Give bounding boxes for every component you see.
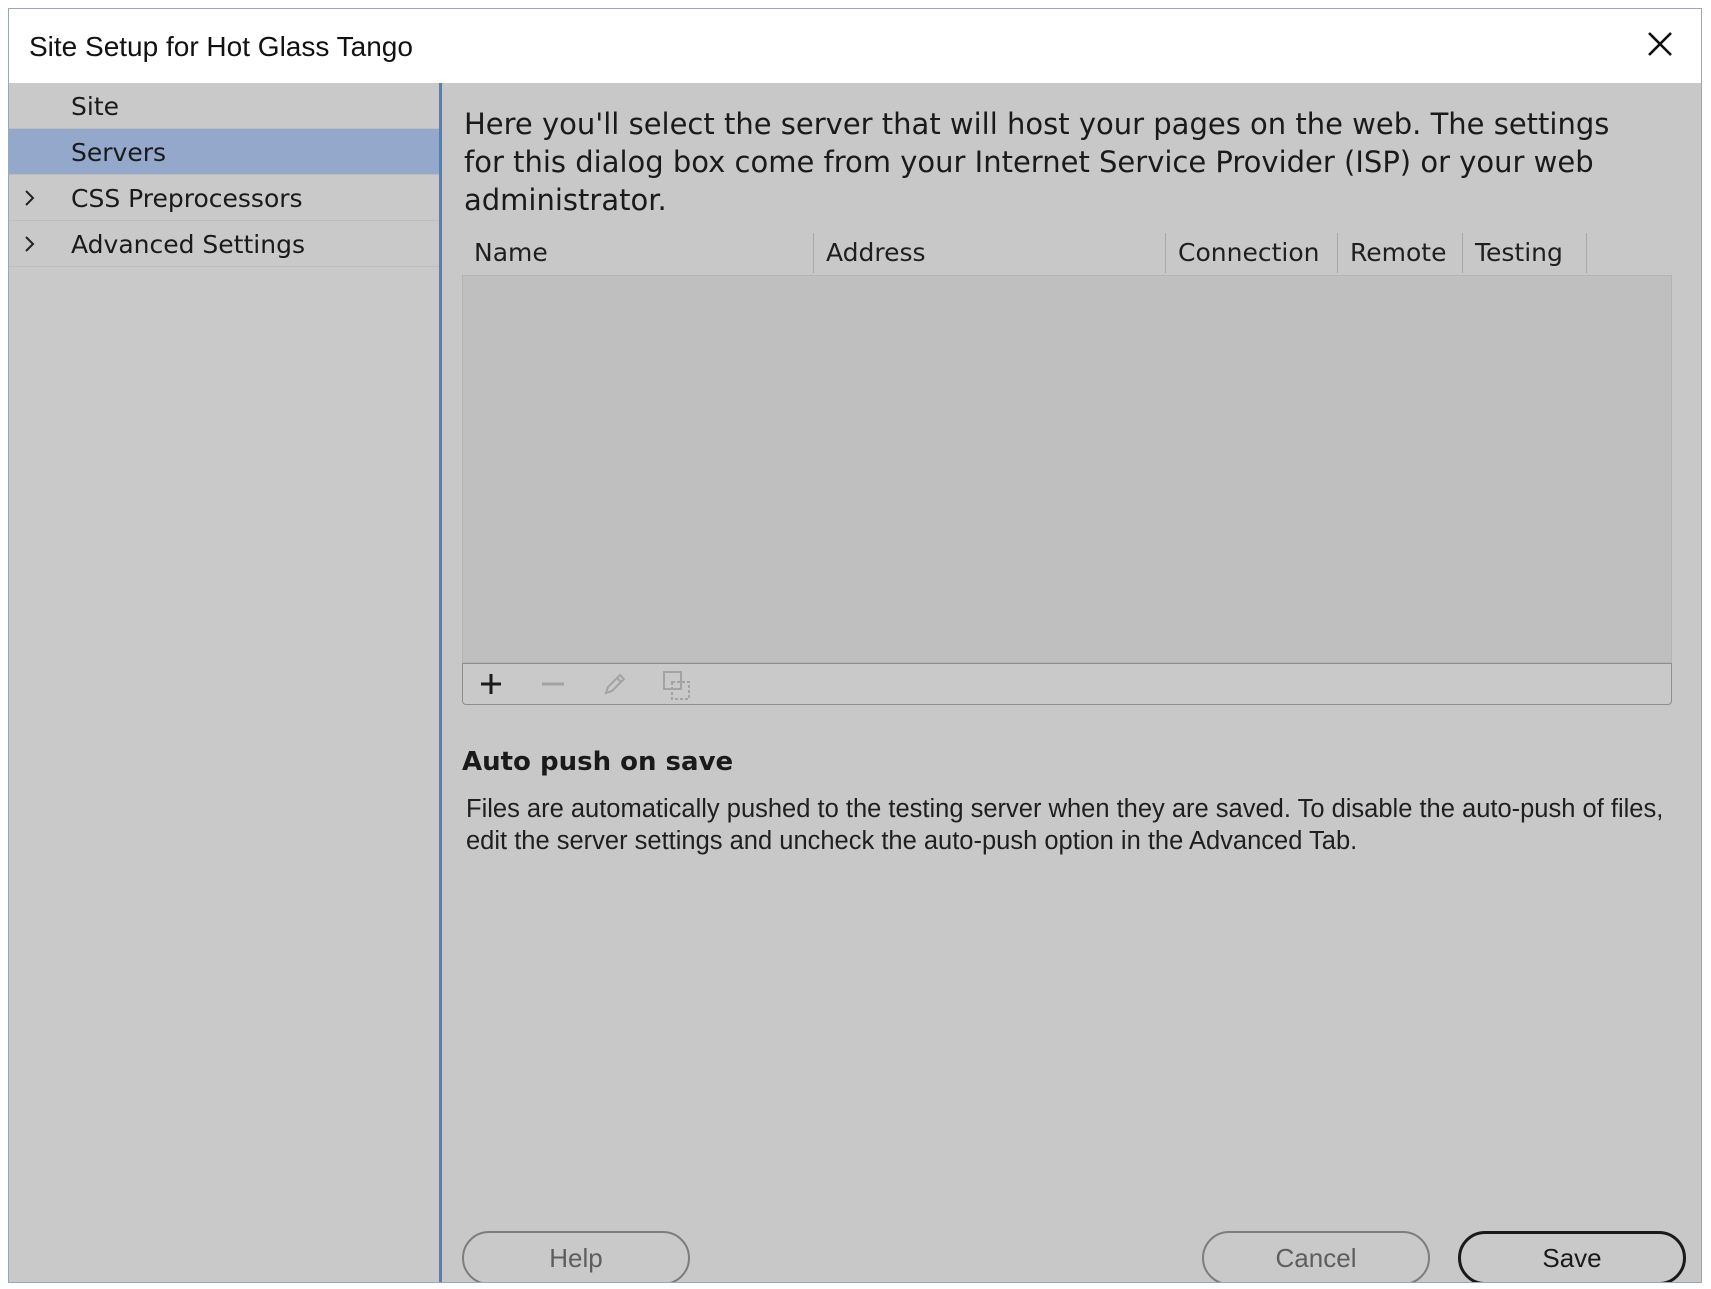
cancel-button[interactable]: Cancel (1202, 1231, 1430, 1282)
sidebar-item-servers[interactable]: Servers (9, 129, 439, 175)
category-sidebar: Site Servers CSS Preprocessors Advanced … (9, 83, 439, 1282)
auto-push-description: Files are automatically pushed to the te… (466, 795, 1664, 855)
sidebar-item-label: Site (71, 92, 119, 121)
title-bar: Site Setup for Hot Glass Tango (9, 9, 1701, 83)
auto-push-title: Auto push on save (462, 747, 734, 777)
column-header-name[interactable]: Name (462, 233, 814, 273)
plus-icon (481, 674, 501, 694)
sidebar-item-label: Servers (71, 138, 167, 167)
remove-server-button[interactable] (531, 664, 575, 704)
column-header-testing[interactable]: Testing (1463, 233, 1587, 273)
pencil-icon (604, 673, 626, 695)
duplicate-server-button[interactable] (655, 664, 699, 704)
servers-table-header: Name Address Connection Remote Testing (462, 233, 1672, 273)
servers-panel: Here you'll select the server that will … (442, 83, 1701, 1282)
window-title: Site Setup for Hot Glass Tango (29, 31, 413, 62)
duplicate-icon (663, 671, 690, 700)
sidebar-item-css-preprocessors[interactable]: CSS Preprocessors (9, 175, 439, 221)
column-header-connection[interactable]: Connection (1166, 233, 1338, 273)
minus-icon (542, 682, 564, 686)
intro-text: Here you'll select the server that will … (464, 107, 1610, 217)
servers-table-body[interactable] (462, 275, 1672, 663)
edit-server-button[interactable] (593, 664, 637, 704)
sidebar-item-label: Advanced Settings (71, 230, 305, 259)
help-button[interactable]: Help (462, 1231, 690, 1282)
save-button[interactable]: Save (1458, 1231, 1686, 1282)
close-button[interactable] (1637, 23, 1683, 69)
column-header-remote[interactable]: Remote (1338, 233, 1463, 273)
sidebar-item-advanced-settings[interactable]: Advanced Settings (9, 221, 439, 267)
column-header-address[interactable]: Address (814, 233, 1166, 273)
chevron-right-icon[interactable] (21, 233, 39, 255)
chevron-right-icon[interactable] (21, 187, 39, 209)
sidebar-item-label: CSS Preprocessors (71, 184, 303, 213)
add-server-button[interactable] (469, 664, 513, 704)
servers-table-toolbar (462, 663, 1672, 705)
close-icon (1648, 32, 1672, 56)
site-setup-dialog: Site Setup for Hot Glass Tango Site Serv… (8, 8, 1702, 1283)
sidebar-item-site[interactable]: Site (9, 83, 439, 129)
